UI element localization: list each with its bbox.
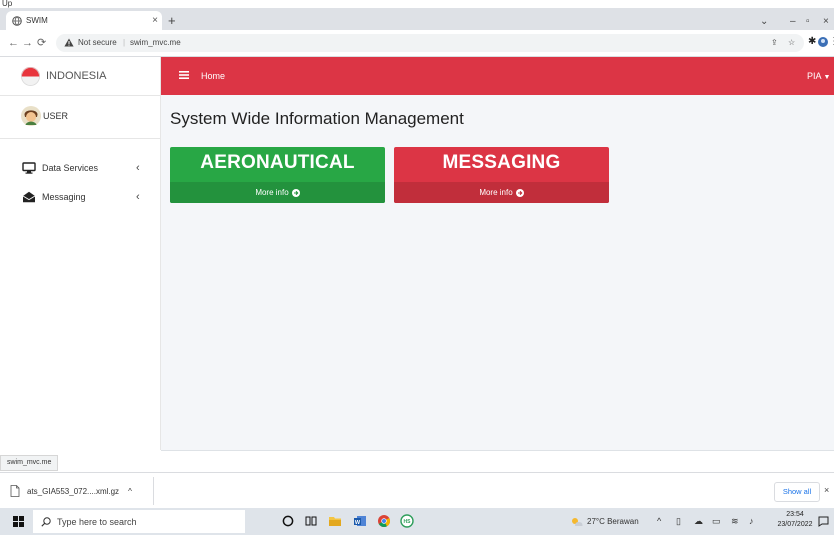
download-filename: ats_GIA553_072....xml.gz [27, 486, 120, 496]
svg-text:W: W [355, 520, 361, 526]
box-title: AERONAUTICAL [200, 152, 355, 173]
file-icon [10, 485, 20, 497]
reload-icon[interactable]: ⟳ [37, 37, 46, 49]
show-all-button[interactable]: Show all [774, 482, 820, 502]
page-footer [161, 450, 834, 473]
bookmark-star-icon[interactable]: ☆ [788, 37, 795, 49]
sidebar-item-data-services[interactable]: Data Services ‹ [0, 155, 160, 181]
profile-avatar-icon[interactable] [818, 37, 828, 47]
status-url-bubble: swim_mvc.me [0, 455, 59, 471]
browser-menu-icon[interactable]: ⋮ [829, 36, 834, 48]
security-label: Not secure [78, 38, 117, 47]
weather-widget[interactable]: 27°C Berawan [570, 516, 639, 526]
aeronautical-box[interactable]: AERONAUTICAL More info [170, 147, 385, 203]
back-arrow-icon[interactable]: ← [8, 37, 19, 49]
download-separator [153, 477, 154, 505]
search-icon [41, 516, 51, 527]
extensions-icon[interactable]: ✱ [808, 36, 816, 48]
minimize-button[interactable]: – [790, 16, 796, 28]
close-window-button[interactable]: × [823, 16, 829, 28]
sidebar: INDONESIA USER Data Services ‹ Messaging… [0, 57, 161, 450]
account-name: PIA [807, 71, 822, 81]
sidebar-item-messaging[interactable]: Messaging ‹ [0, 184, 160, 210]
chevron-left-icon: ‹ [136, 191, 140, 203]
address-bar[interactable]: Not secure | swim_mvc.me ⇪ ☆ [56, 34, 804, 52]
browser-tab[interactable]: SWIM × [6, 11, 162, 30]
brand-name: INDONESIA [46, 70, 107, 82]
windows-taskbar: Type here to search W HS 27°C Berawan ^ … [0, 508, 834, 535]
top-navbar: Home PIA ▼ [161, 57, 834, 95]
clock-time: 23:54 [786, 511, 804, 518]
brand-link[interactable]: INDONESIA [0, 57, 160, 96]
browser-tab-strip: SWIM × + ⌄ – ▫ × [0, 8, 834, 30]
download-shelf: ats_GIA553_072....xml.gz ^ Show all × [0, 472, 834, 509]
box-title: MESSAGING [442, 152, 561, 173]
close-download-shelf-button[interactable]: × [824, 484, 829, 496]
restore-button[interactable]: ▫ [806, 16, 810, 28]
notification-icon[interactable] [818, 516, 829, 527]
home-link[interactable]: Home [201, 71, 225, 82]
cortana-icon[interactable] [281, 514, 295, 528]
new-tab-button[interactable]: + [168, 14, 176, 27]
download-item[interactable]: ats_GIA553_072....xml.gz ^ [10, 483, 132, 499]
search-placeholder: Type here to search [57, 516, 137, 527]
app-badge-icon[interactable]: HS [400, 514, 414, 528]
envelope-open-icon [22, 191, 36, 203]
user-panel[interactable]: USER [0, 96, 160, 139]
page-title: System Wide Information Management [170, 109, 464, 128]
omnibox-separator: | [123, 38, 126, 47]
task-view-icon[interactable] [304, 514, 318, 528]
url-text: swim_mvc.me [130, 38, 181, 47]
weather-text: 27°C Berawan [587, 516, 639, 526]
share-icon[interactable]: ⇪ [771, 37, 778, 49]
more-info-label: More info [255, 188, 289, 197]
chrome-icon[interactable] [377, 514, 391, 528]
clock-date: 23/07/2022 [777, 521, 813, 528]
windows-start-icon[interactable] [13, 516, 24, 527]
sun-cloud-icon [572, 518, 583, 526]
hamburger-menu-icon[interactable] [179, 70, 189, 80]
more-info-link[interactable]: More info [394, 182, 609, 203]
taskbar-search-box[interactable]: Type here to search [33, 510, 245, 533]
arrow-circle-right-icon [291, 188, 300, 197]
monitor-icon [22, 162, 36, 174]
tab-search-button[interactable]: ⌄ [760, 16, 768, 28]
tray-app-icon[interactable]: ▯ [676, 516, 681, 527]
caret-down-icon: ▼ [823, 74, 831, 81]
warning-icon [64, 38, 74, 47]
chevron-left-icon: ‹ [136, 162, 140, 174]
user-avatar-icon [21, 106, 41, 126]
browser-toolbar: ← → ⟳ Not secure | swim_mvc.me ⇪ ☆ ✱ ⋮ [0, 30, 834, 57]
sidebar-item-label: Messaging [42, 192, 86, 202]
wifi-icon[interactable]: ≋ [731, 516, 739, 527]
account-dropdown[interactable]: PIA ▼ [807, 71, 830, 83]
messaging-box[interactable]: MESSAGING More info [394, 147, 609, 203]
more-info-link[interactable]: More info [170, 182, 385, 203]
tray-cloud-icon[interactable]: ☁ [694, 516, 703, 527]
image-caption: Up [0, 0, 834, 8]
main-content: System Wide Information Management AERON… [161, 95, 834, 450]
sidebar-item-label: Data Services [42, 163, 99, 173]
tab-close-button[interactable]: × [148, 15, 162, 26]
word-app-icon[interactable]: W [353, 514, 367, 528]
volume-icon[interactable]: ♪ [749, 516, 754, 527]
forward-arrow-icon[interactable]: → [22, 37, 33, 49]
chevron-up-icon[interactable]: ^ [128, 487, 132, 496]
globe-icon [12, 15, 22, 26]
tab-title: SWIM [26, 16, 48, 25]
user-name: USER [43, 111, 69, 121]
file-explorer-icon[interactable] [328, 514, 342, 528]
tray-expand-icon[interactable]: ^ [657, 516, 661, 527]
taskbar-clock[interactable]: 23:54 23/07/2022 [773, 510, 817, 530]
tray-battery-icon[interactable]: ▭ [712, 516, 721, 527]
arrow-circle-right-icon [515, 188, 524, 197]
svg-text:HS: HS [404, 519, 412, 525]
more-info-label: More info [479, 188, 513, 197]
indonesia-flag-icon [21, 67, 40, 86]
